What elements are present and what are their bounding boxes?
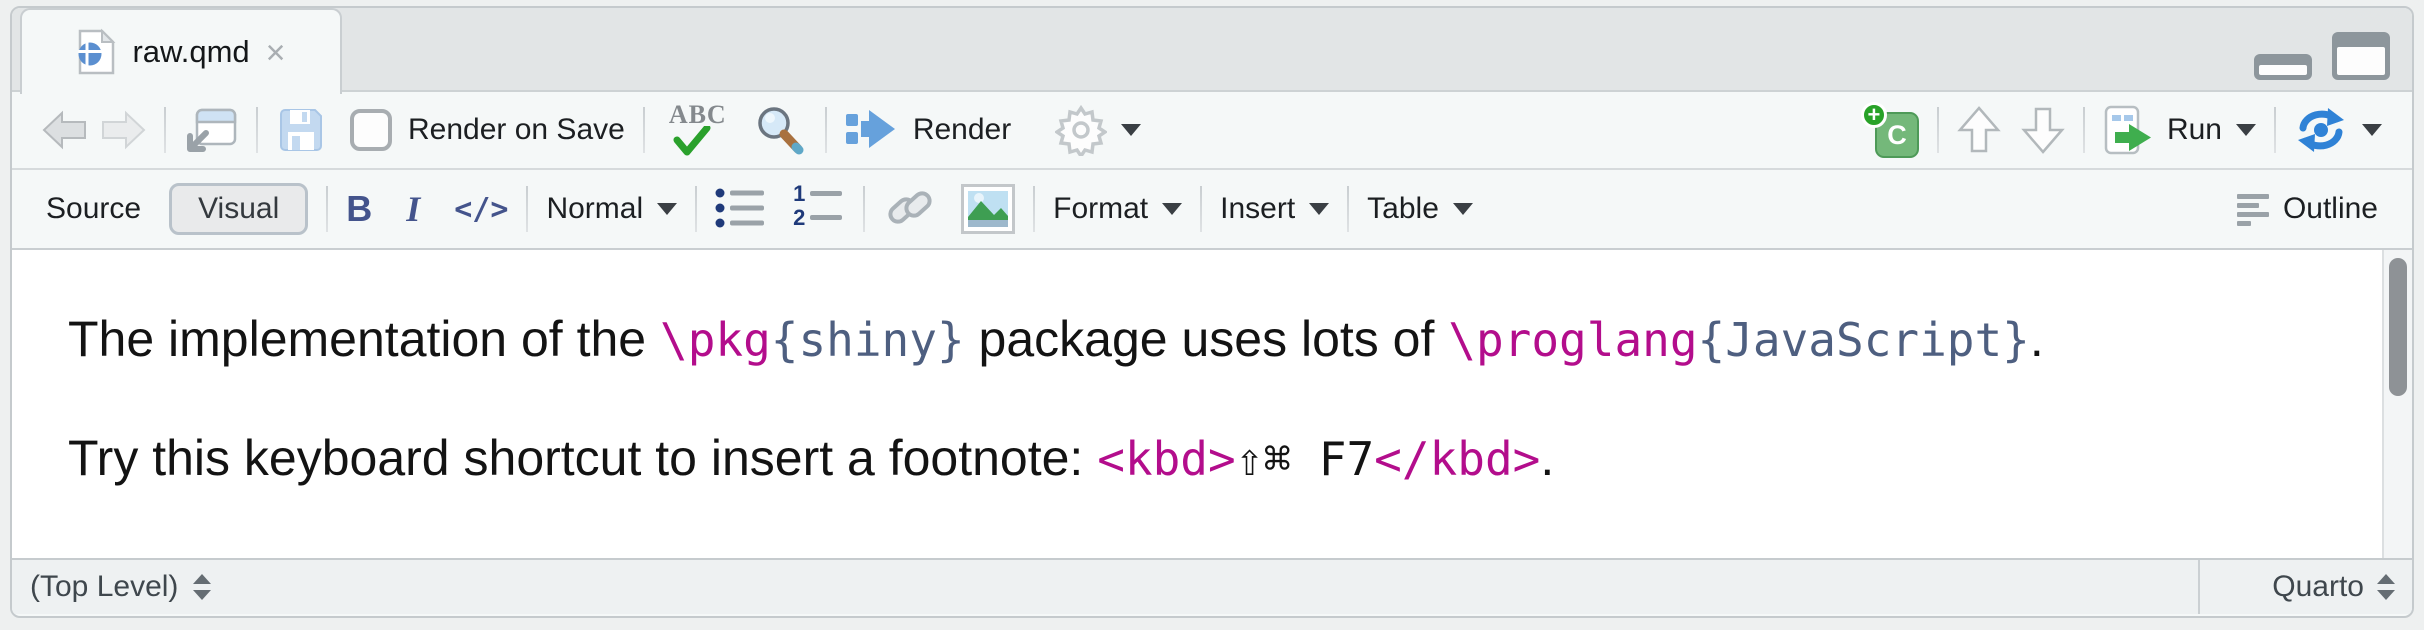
render-on-save-label: Render on Save [408,113,625,147]
kbd-shortcut: ⇧⌘ F7 [1236,432,1374,486]
numbered-list-icon[interactable]: 1 2 [793,184,845,234]
latex-argument: {shiny} [771,313,965,367]
outline-toggle[interactable]: Outline [2283,192,2378,226]
run-icon[interactable] [2103,104,2153,156]
rstudio-source-pane: raw.qmd × [0,0,2424,630]
paragraph-2: Try this keyboard shortcut to insert a f… [68,427,2322,490]
vertical-scrollbar[interactable] [2382,250,2412,558]
render-button[interactable]: Render [913,113,1011,147]
latex-argument: {JavaScript} [1698,313,2030,367]
insert-menu[interactable]: Insert [1220,192,1295,226]
editor-canvas[interactable]: The implementation of the \pkg{shiny} pa… [12,248,2412,558]
tab-title: raw.qmd [132,34,249,70]
minimize-icon[interactable] [2254,54,2312,80]
source-mode-button[interactable]: Source [46,192,141,226]
visual-mode-button[interactable]: Visual [169,183,308,235]
scrollbar-thumb[interactable] [2389,258,2407,396]
run-options-caret[interactable] [2236,124,2256,136]
html-close-tag: </kbd> [1374,432,1540,486]
tab-bar: raw.qmd × [12,8,2412,92]
latex-command: \pkg [660,313,771,367]
outline-icon[interactable] [2233,189,2273,229]
document-format-selector[interactable]: Quarto [2198,560,2412,614]
sorter-icon [192,572,212,602]
scope-label: (Top Level) [30,570,178,604]
status-bar: (Top Level) Quarto [12,558,2412,614]
format-menu[interactable]: Format [1053,192,1148,226]
search-icon[interactable] [753,103,807,157]
run-button[interactable]: Run [2167,113,2222,147]
back-icon[interactable] [42,110,88,150]
format-toolbar: Source Visual B I </> Normal 1 2 [12,168,2412,248]
go-to-previous-chunk-icon[interactable] [1957,105,2001,155]
paragraph-style-select[interactable]: Normal [546,192,643,226]
image-icon[interactable] [961,184,1015,234]
bullet-list-icon[interactable] [715,186,767,232]
save-icon[interactable] [276,105,326,155]
main-toolbar: Render on Save ABC [12,92,2412,168]
go-to-next-chunk-icon[interactable] [2021,105,2065,155]
latex-command: \proglang [1448,313,1697,367]
forward-icon[interactable] [100,110,146,150]
window-controls [2254,32,2390,80]
render-options-caret[interactable] [1121,124,1141,136]
format-menu-caret[interactable] [1162,203,1182,215]
rerun-icon[interactable] [2294,106,2348,154]
italic-icon[interactable]: I [406,188,420,230]
code-icon[interactable]: </> [454,192,508,227]
bold-icon[interactable]: B [346,188,372,230]
html-open-tag: <kbd> [1097,432,1235,486]
render-on-save-checkbox[interactable] [350,109,392,151]
spellcheck-icon[interactable]: ABC [663,100,733,160]
plus-badge-icon: + [1861,102,1887,128]
quarto-file-icon [76,28,116,76]
open-in-new-window-icon[interactable] [184,105,238,155]
editor-panel: raw.qmd × [10,6,2414,618]
sorter-icon [2376,572,2396,602]
table-menu-caret[interactable] [1453,203,1473,215]
insert-chunk-icon[interactable]: C + [1861,102,1919,158]
tab-close-icon[interactable]: × [266,36,286,70]
insert-menu-caret[interactable] [1309,203,1329,215]
rerun-options-caret[interactable] [2362,124,2382,136]
tab-raw-qmd[interactable]: raw.qmd × [20,8,342,94]
scope-selector[interactable]: (Top Level) [12,570,212,604]
maximize-icon[interactable] [2332,32,2390,80]
paragraph-1: The implementation of the \pkg{shiny} pa… [68,308,2322,371]
render-icon[interactable] [845,107,897,153]
paragraph-style-caret[interactable] [657,203,677,215]
gear-icon[interactable] [1055,104,1107,156]
format-label: Quarto [2272,570,2364,604]
link-icon[interactable] [883,183,937,235]
table-menu[interactable]: Table [1367,192,1439,226]
